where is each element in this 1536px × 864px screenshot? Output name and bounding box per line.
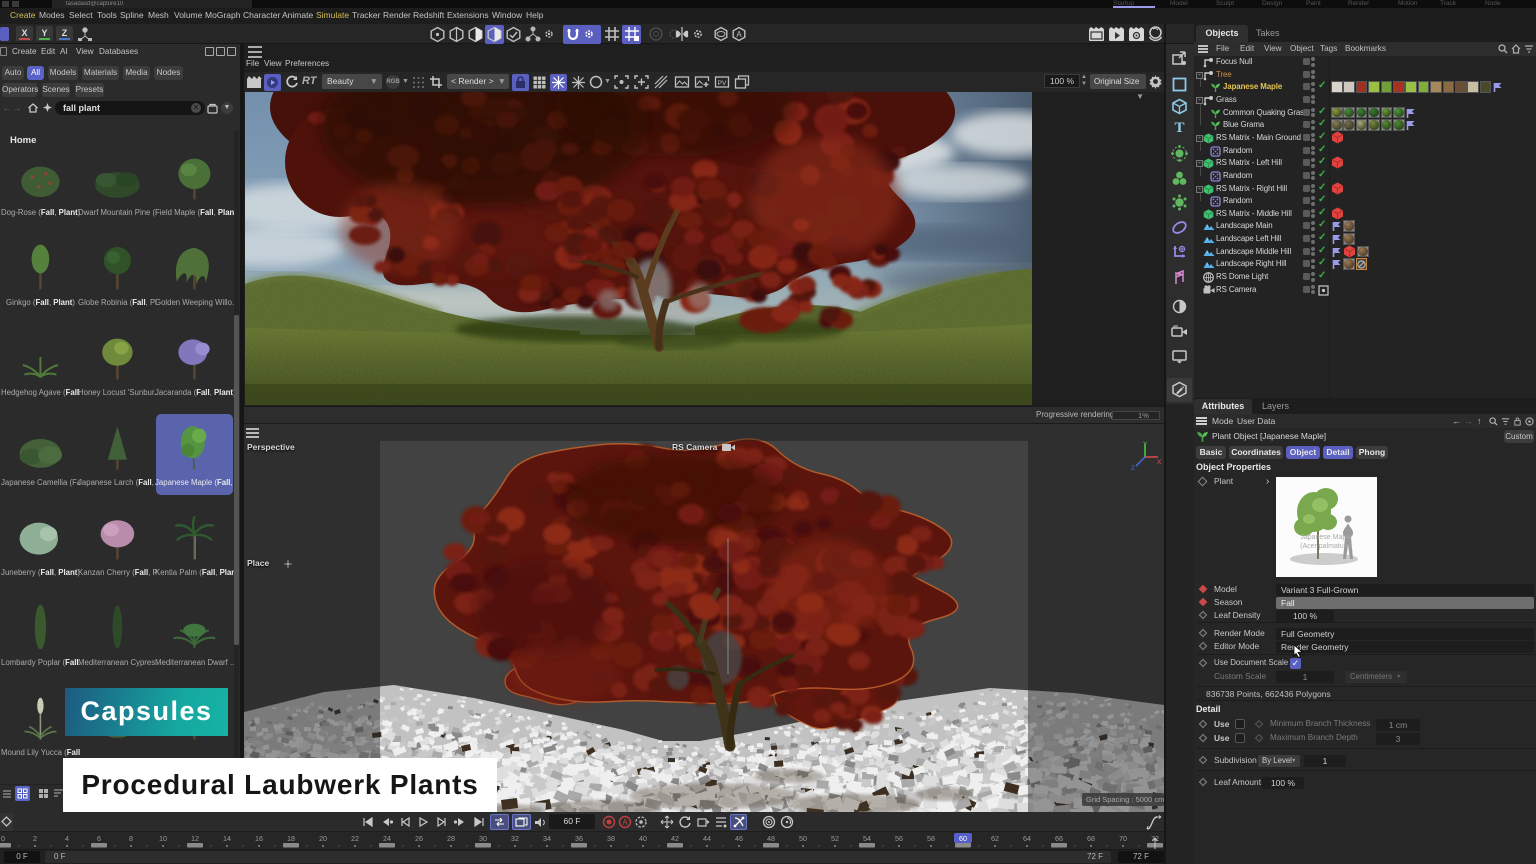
svg-text:40: 40	[639, 834, 647, 843]
svg-text:44: 44	[703, 834, 711, 843]
svg-text:70: 70	[1119, 834, 1127, 843]
svg-text:28: 28	[447, 834, 455, 843]
svg-text:22: 22	[351, 834, 359, 843]
svg-text:6: 6	[97, 834, 101, 843]
svg-text:30: 30	[479, 834, 487, 843]
svg-text:8: 8	[129, 834, 133, 843]
svg-text:42: 42	[671, 834, 679, 843]
svg-text:58: 58	[927, 834, 935, 843]
svg-text:46: 46	[735, 834, 743, 843]
svg-text:62: 62	[991, 834, 999, 843]
svg-text:48: 48	[767, 834, 775, 843]
svg-text:X: X	[1157, 459, 1162, 466]
svg-text:50: 50	[799, 834, 807, 843]
svg-text:18: 18	[287, 834, 295, 843]
svg-text:Japanese Maple: Japanese Maple	[1300, 534, 1351, 541]
svg-text:16: 16	[255, 834, 263, 843]
svg-text:Z: Z	[1131, 465, 1135, 472]
svg-text:14: 14	[223, 834, 231, 843]
svg-text:60: 60	[959, 834, 967, 843]
svg-text:T: T	[1174, 120, 1184, 135]
svg-text:36: 36	[575, 834, 583, 843]
svg-text:56: 56	[895, 834, 903, 843]
svg-text:34: 34	[543, 834, 551, 843]
svg-text:24: 24	[383, 834, 391, 843]
svg-text:Y: Y	[1143, 441, 1148, 448]
svg-text:12: 12	[191, 834, 199, 843]
svg-text:32: 32	[511, 834, 519, 843]
svg-text:PV: PV	[718, 80, 727, 87]
svg-text:26: 26	[415, 834, 423, 843]
svg-text:0: 0	[1, 834, 5, 843]
svg-text:2: 2	[33, 834, 37, 843]
svg-text:A: A	[736, 30, 742, 39]
svg-text:A: A	[622, 818, 628, 827]
svg-text:66: 66	[1055, 834, 1063, 843]
svg-text:(Acer palmatum): (Acer palmatum)	[1300, 543, 1352, 550]
svg-text:64: 64	[1023, 834, 1031, 843]
svg-text:68: 68	[1087, 834, 1095, 843]
svg-text:38: 38	[607, 834, 615, 843]
svg-text:4: 4	[65, 834, 69, 843]
svg-text:10: 10	[159, 834, 167, 843]
svg-text:52: 52	[831, 834, 839, 843]
svg-text:20: 20	[319, 834, 327, 843]
svg-text:54: 54	[863, 834, 871, 843]
